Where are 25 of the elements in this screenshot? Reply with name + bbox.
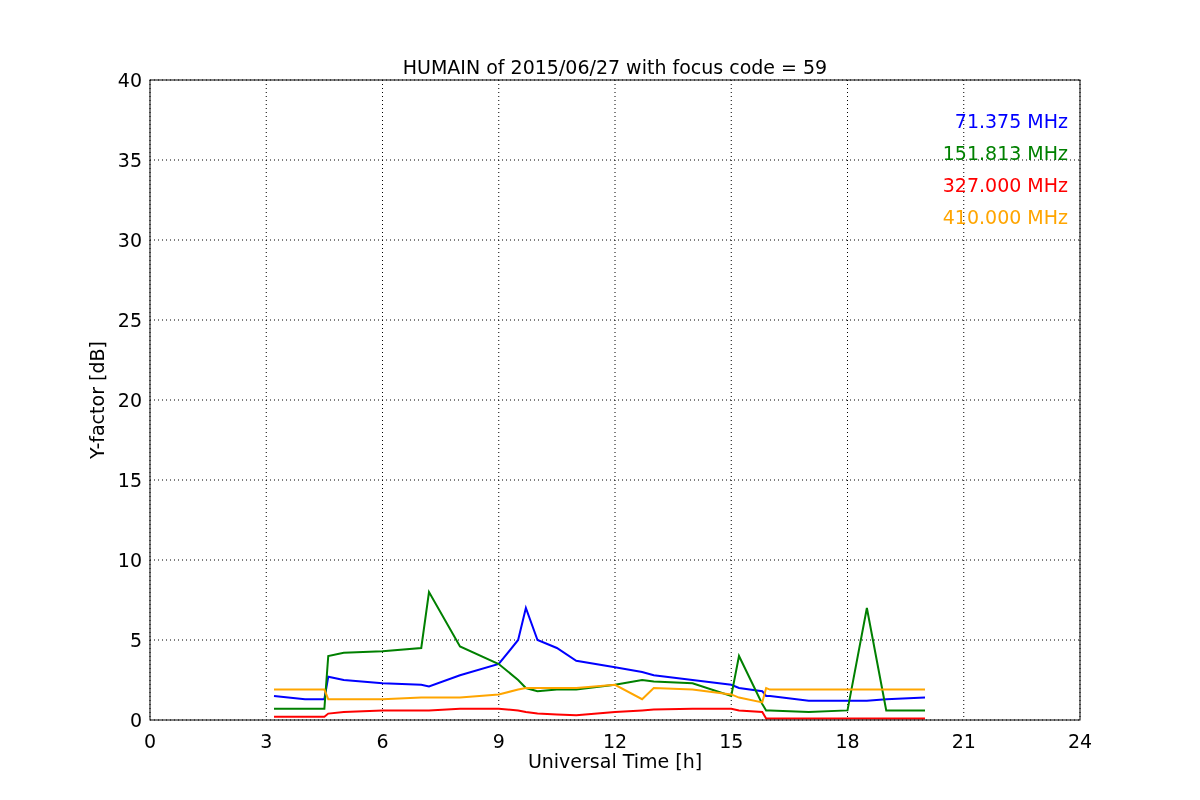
tick-label: 40 xyxy=(117,69,142,91)
axis-label: Universal Time [h] xyxy=(527,750,703,772)
axis-label: Y-factor [dB] xyxy=(86,341,108,459)
tick-label: 30 xyxy=(117,229,142,251)
legend-label: 71.375 MHz xyxy=(954,110,1068,132)
legend-label: 410.000 MHz xyxy=(942,206,1068,228)
tick-label: 21 xyxy=(951,730,976,752)
legend-label: 151.813 MHz xyxy=(942,142,1068,164)
tick-label: 10 xyxy=(117,549,142,571)
tick-label: 3 xyxy=(260,730,273,752)
tick-label: 15 xyxy=(117,469,142,491)
tick-label: 35 xyxy=(117,149,142,171)
tick-label: 6 xyxy=(376,730,389,752)
tick-label: 25 xyxy=(117,309,142,331)
tick-label: 20 xyxy=(117,389,142,411)
tick-label: 5 xyxy=(129,629,142,651)
tick-label: 18 xyxy=(835,730,860,752)
legend-label: 327.000 MHz xyxy=(942,174,1068,196)
chart-title: HUMAIN of 2015/06/27 with focus code = 59 xyxy=(402,56,828,78)
tick-label: 9 xyxy=(492,730,505,752)
tick-label: 0 xyxy=(143,730,157,752)
tick-label: 15 xyxy=(719,730,744,752)
tick-label: 12 xyxy=(602,730,628,752)
tick-label: 24 xyxy=(1067,730,1093,752)
tick-label: 0 xyxy=(129,709,142,731)
